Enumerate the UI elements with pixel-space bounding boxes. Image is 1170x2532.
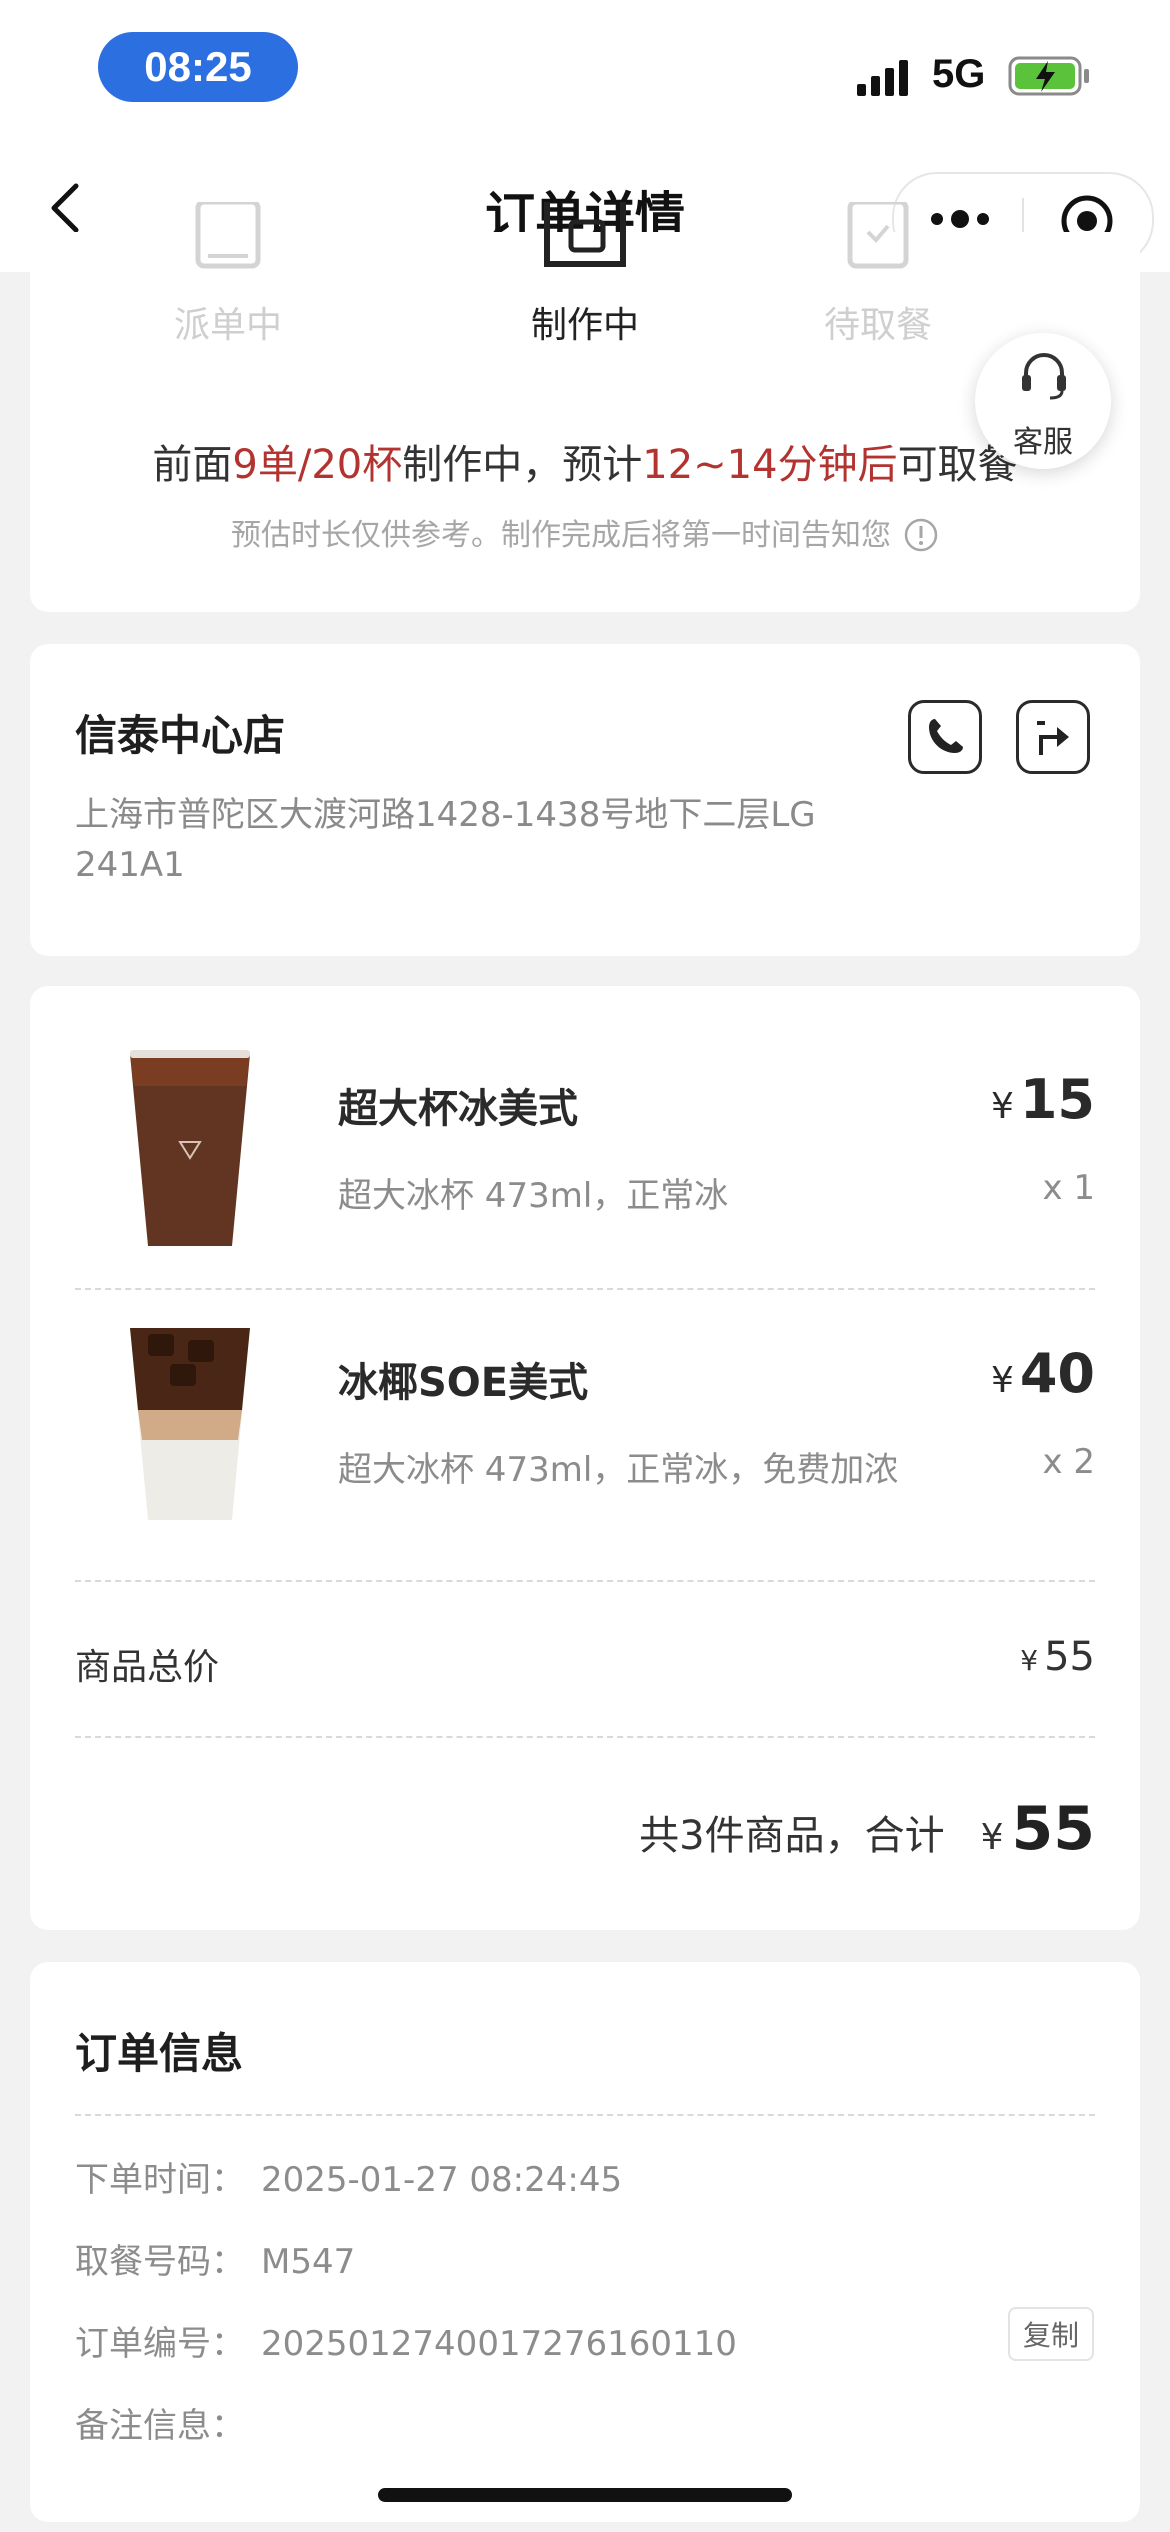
subtotal-value: ¥55 [1020, 1634, 1095, 1680]
remarks-label: 备注信息： [75, 2406, 245, 2446]
dispatch-icon [195, 202, 261, 269]
subtotal-divider [75, 1736, 1095, 1738]
currency-symbol: ¥ [980, 1817, 1004, 1858]
step-dispatch: 派单中 [108, 202, 348, 348]
order-info-card: 订单信息 下单时间： 2025-01-27 08:24:45 取餐号码： M547 … [30, 1962, 1140, 2522]
brewing-icon [544, 202, 626, 267]
item-price-value: 40 [1019, 1342, 1095, 1405]
currency-symbol: ¥ [990, 1086, 1014, 1127]
currency-symbol: ¥ [990, 1360, 1014, 1401]
customer-service-label: 客服 [1013, 425, 1073, 460]
order-info-divider [75, 2114, 1095, 2116]
item-divider [75, 1288, 1095, 1290]
pickup-number-label: 取餐号码： [75, 2242, 245, 2282]
store-card: 信泰中心店 上海市普陀区大渡河路1428-1438号地下二层LG 241A1 [30, 644, 1140, 956]
headset-icon [1022, 353, 1066, 400]
eta-prefix: 前面 [152, 442, 233, 488]
total-amount: 55 [1011, 1794, 1096, 1864]
order-number-row: 订单编号： 20250127400172761601​10 [75, 2316, 737, 2365]
order-item: 超大杯冰美式 超大冰杯 473ml，正常冰 ¥15 x 1 [30, 1036, 1140, 1286]
phone-icon [929, 719, 963, 753]
item-spec: 超大冰杯 473ml，正常冰，免费加浓 [338, 1450, 899, 1490]
item-quantity: x 1 [1042, 1168, 1095, 1208]
item-name: 超大杯冰美式 [338, 1086, 578, 1132]
americano-cup-image [130, 1050, 250, 1246]
pickup-number-row: 取餐号码： M547 [75, 2234, 355, 2283]
item-quantity: x 2 [1042, 1442, 1095, 1482]
eta-note: 预估时长仅供参考。制作完成后将第一时间告知您 [30, 510, 1140, 554]
item-name: 冰椰SOE美式 [338, 1360, 589, 1406]
order-number-label: 订单编号： [75, 2324, 245, 2364]
eta-message: 前面9单/20杯制作中，预计12~14分钟后可取餐 [30, 432, 1140, 490]
eta-queue: 9单/20杯 [232, 442, 403, 488]
subtotal-amount: 55 [1044, 1634, 1095, 1680]
currency-symbol: ¥ [1020, 1644, 1039, 1677]
signal-icon [857, 60, 908, 96]
call-store-button[interactable] [908, 700, 982, 774]
items-card: 超大杯冰美式 超大冰杯 473ml，正常冰 ¥15 x 1 冰椰SOE美式 超大… [30, 986, 1140, 1930]
order-item: 冰椰SOE美式 超大冰杯 473ml，正常冰，免费加浓 ¥40 x 2 [30, 1310, 1140, 1560]
network-label: 5G [932, 52, 986, 96]
navigation-icon [1037, 721, 1069, 755]
item-price: ¥40 [991, 1342, 1095, 1405]
home-indicator [378, 2488, 792, 2502]
order-time-row: 下单时间： 2025-01-27 08:24:45 [75, 2152, 622, 2201]
step-brewing-label: 制作中 [530, 305, 639, 346]
subtotal-label: 商品总价 [75, 1647, 220, 1688]
info-circle-icon[interactable] [903, 517, 939, 553]
remarks-row: 备注信息： [75, 2398, 261, 2447]
order-number-value: 20250127400172761601​10 [261, 2324, 737, 2364]
eta-middle: 制作中，预计 [402, 442, 643, 488]
status-bar: 08:25 5G [0, 0, 1170, 140]
total-line: 共3件商品，合计 ¥55 [639, 1794, 1095, 1864]
order-time-label: 下单时间： [75, 2160, 245, 2200]
step-dispatch-label: 派单中 [173, 305, 282, 346]
order-info-title: 订单信息 [75, 2029, 244, 2078]
navigate-button[interactable] [1016, 700, 1090, 774]
store-name: 信泰中心店 [75, 711, 286, 760]
total-text: 共3件商品，合计 [639, 1813, 945, 1859]
order-time-value: 2025-01-27 08:24:45 [261, 2160, 623, 2200]
pickup-icon [847, 202, 909, 269]
status-time: 08:25 [98, 32, 298, 102]
step-pickup: 待取餐 [758, 202, 998, 348]
copy-order-number-button[interactable]: 复制 [1008, 2307, 1094, 2361]
eta-time: 12~14分钟后 [642, 442, 898, 488]
item-spec: 超大冰杯 473ml，正常冰 [338, 1176, 729, 1216]
item-price-value: 15 [1019, 1068, 1095, 1131]
item-price: ¥15 [991, 1068, 1095, 1131]
pickup-number-value: M547 [261, 2242, 356, 2282]
progress-card: 派单中 制作中 待取餐 前面9单/20杯制作中，预计12~14分钟后可取餐 预估… [30, 202, 1140, 612]
coconut-americano-cup-image [130, 1328, 250, 1520]
battery-charging-icon [1008, 56, 1089, 96]
store-address: 上海市普陀区大渡河路1428-1438号地下二层LG 241A1 [75, 795, 816, 885]
step-brewing: 制作中 [465, 202, 705, 348]
customer-service-button[interactable]: 客服 [975, 333, 1111, 469]
items-divider [75, 1580, 1095, 1582]
step-pickup-label: 待取餐 [823, 305, 932, 346]
eta-note-text: 预估时长仅供参考。制作完成后将第一时间告知您 [231, 518, 891, 553]
